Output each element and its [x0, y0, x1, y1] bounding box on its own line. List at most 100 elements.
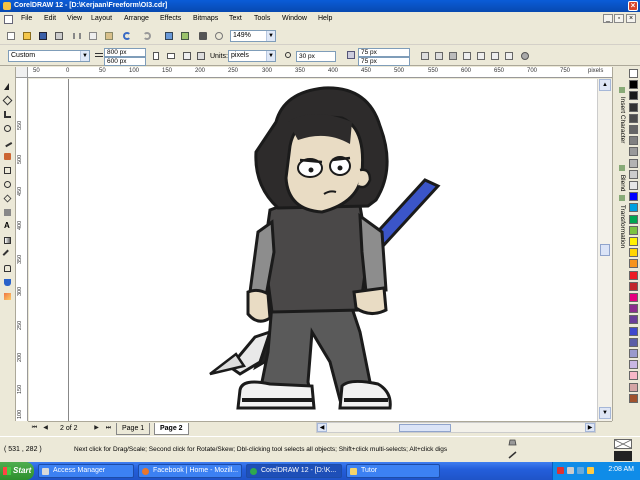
paste-icon[interactable] [102, 29, 115, 42]
menu-arrange[interactable]: Arrange [124, 15, 149, 22]
vertical-scrollbar[interactable]: ▲ ▼ [597, 79, 612, 421]
chevron-down-icon[interactable]: ▼ [266, 31, 275, 41]
treat-as-filled-icon[interactable] [446, 49, 459, 62]
palette-swatch[interactable] [629, 382, 638, 392]
tray-volume-icon[interactable] [587, 467, 594, 474]
palette-swatch[interactable] [629, 158, 638, 168]
docker-tab-blend[interactable]: Blend [614, 165, 626, 191]
pick-tool-icon[interactable] [2, 81, 14, 92]
palette-swatch[interactable] [629, 349, 638, 358]
outline-tool-icon[interactable] [2, 263, 14, 274]
copy-icon[interactable] [86, 29, 99, 42]
palette-swatch[interactable] [629, 281, 638, 291]
chevron-down-icon[interactable]: ▼ [80, 51, 89, 61]
palette-swatch[interactable] [629, 315, 638, 325]
paper-type-combo[interactable]: Custom ▼ [8, 50, 90, 62]
save-icon[interactable] [36, 29, 49, 42]
duplicate-x-field[interactable]: 75 px [358, 48, 410, 57]
doc-close-button[interactable]: × [626, 14, 636, 23]
shape-tool-icon[interactable] [2, 95, 14, 106]
palette-swatch[interactable] [629, 203, 638, 213]
ruler-corner[interactable] [16, 67, 28, 78]
last-page-button[interactable]: ⏭ [104, 424, 113, 433]
document-icon[interactable] [4, 15, 13, 24]
palette-swatch[interactable] [629, 326, 638, 336]
application-launcher-icon[interactable] [196, 29, 209, 42]
palette-swatch[interactable] [629, 136, 638, 146]
freehand-tool-icon[interactable] [2, 137, 14, 148]
first-page-button[interactable]: ⏮ [30, 424, 39, 433]
outline-pen-icon[interactable] [508, 451, 518, 459]
palette-swatch[interactable] [629, 225, 638, 235]
page-height-field[interactable]: 600 px [104, 57, 146, 66]
duplicate-y-field[interactable]: 75 px [358, 57, 410, 66]
taskbar-button-coreldraw[interactable]: CorelDRAW 12 - [D:\K... [246, 464, 342, 478]
text-tool-icon[interactable]: A [2, 221, 14, 232]
page-tab-1[interactable]: Page 1 [116, 423, 151, 435]
taskbar-button-tutor[interactable]: Tutor [346, 464, 440, 478]
scroll-up-button[interactable]: ▲ [599, 79, 611, 91]
export-icon[interactable] [178, 29, 191, 42]
snap-to-grid-icon[interactable] [460, 49, 473, 62]
docker-tab-transformation[interactable]: Transformation [614, 195, 626, 248]
menu-layout[interactable]: Layout [91, 15, 112, 22]
next-page-button[interactable]: ▶ [92, 424, 101, 433]
cut-icon[interactable] [70, 29, 83, 42]
new-icon[interactable] [4, 29, 17, 42]
landscape-icon[interactable] [164, 49, 177, 62]
palette-swatch[interactable] [629, 337, 638, 347]
palette-swatch[interactable] [629, 248, 638, 258]
eyedropper-tool-icon[interactable] [2, 249, 14, 260]
interactive-fill-tool-icon[interactable] [2, 291, 14, 302]
palette-swatch[interactable] [629, 181, 638, 190]
menu-file[interactable]: File [21, 15, 32, 22]
smart-fill-tool-icon[interactable] [2, 151, 14, 162]
scroll-right-button[interactable]: ▶ [585, 423, 595, 432]
nudge-distance-field[interactable]: 30 px [296, 51, 336, 62]
horizontal-scroll-thumb[interactable] [399, 424, 451, 432]
chevron-down-icon[interactable]: ▼ [266, 51, 275, 61]
title-bar[interactable]: CorelDRAW 12 - [D:\Kerjaan\Freeform\OI3.… [0, 0, 640, 12]
dynamic-guides-icon[interactable] [502, 49, 515, 62]
menu-bitmaps[interactable]: Bitmaps [193, 15, 218, 22]
taskbar-button-firefox[interactable]: Facebook | Home - Mozill... [138, 464, 242, 478]
import-icon[interactable] [162, 29, 175, 42]
taskbar-clock[interactable]: 2:08 AM [608, 466, 634, 473]
palette-swatch[interactable] [629, 147, 638, 157]
vertical-scroll-thumb[interactable] [600, 244, 610, 256]
horizontal-scrollbar[interactable]: ◀ ▶ [316, 422, 596, 433]
palette-swatch[interactable] [629, 91, 638, 101]
palette-swatch[interactable] [629, 69, 638, 78]
menu-window[interactable]: Window [282, 15, 307, 22]
menu-effects[interactable]: Effects [160, 15, 181, 22]
portrait-icon[interactable] [150, 49, 163, 62]
snap-to-objects-icon[interactable] [488, 49, 501, 62]
palette-swatch[interactable] [629, 214, 638, 224]
outline-color-swatch[interactable] [614, 451, 632, 461]
palette-swatch[interactable] [629, 102, 638, 112]
units-toggle-icon[interactable] [418, 49, 431, 62]
rectangle-tool-icon[interactable] [2, 165, 14, 176]
open-icon[interactable] [20, 29, 33, 42]
scroll-left-button[interactable]: ◀ [317, 423, 327, 432]
palette-swatch[interactable] [629, 192, 638, 202]
palette-swatch[interactable] [629, 304, 638, 314]
vertical-ruler[interactable]: 550 500 450 400 350 300 250 200 150 100 [16, 78, 28, 421]
character-illustration[interactable] [200, 82, 450, 418]
previous-page-button[interactable]: ◀ [41, 424, 50, 433]
palette-swatch[interactable] [629, 259, 638, 269]
menu-help[interactable]: Help [318, 15, 332, 22]
palette-swatch[interactable] [629, 237, 638, 246]
current-page-icon[interactable] [194, 49, 207, 62]
crop-tool-icon[interactable] [2, 109, 14, 120]
fill-tool-icon[interactable] [2, 277, 14, 288]
page-tab-2[interactable]: Page 2 [154, 423, 189, 435]
all-pages-icon[interactable] [180, 49, 193, 62]
doc-restore-button[interactable]: ▫ [614, 14, 624, 23]
tray-network-icon[interactable] [567, 467, 574, 474]
fill-bucket-icon[interactable] [508, 439, 518, 447]
horizontal-ruler[interactable]: 50 0 50 100 150 200 250 300 350 400 450 … [28, 67, 612, 78]
ellipse-tool-icon[interactable] [2, 179, 14, 190]
interactive-blend-tool-icon[interactable] [2, 235, 14, 246]
menu-text[interactable]: Text [229, 15, 242, 22]
